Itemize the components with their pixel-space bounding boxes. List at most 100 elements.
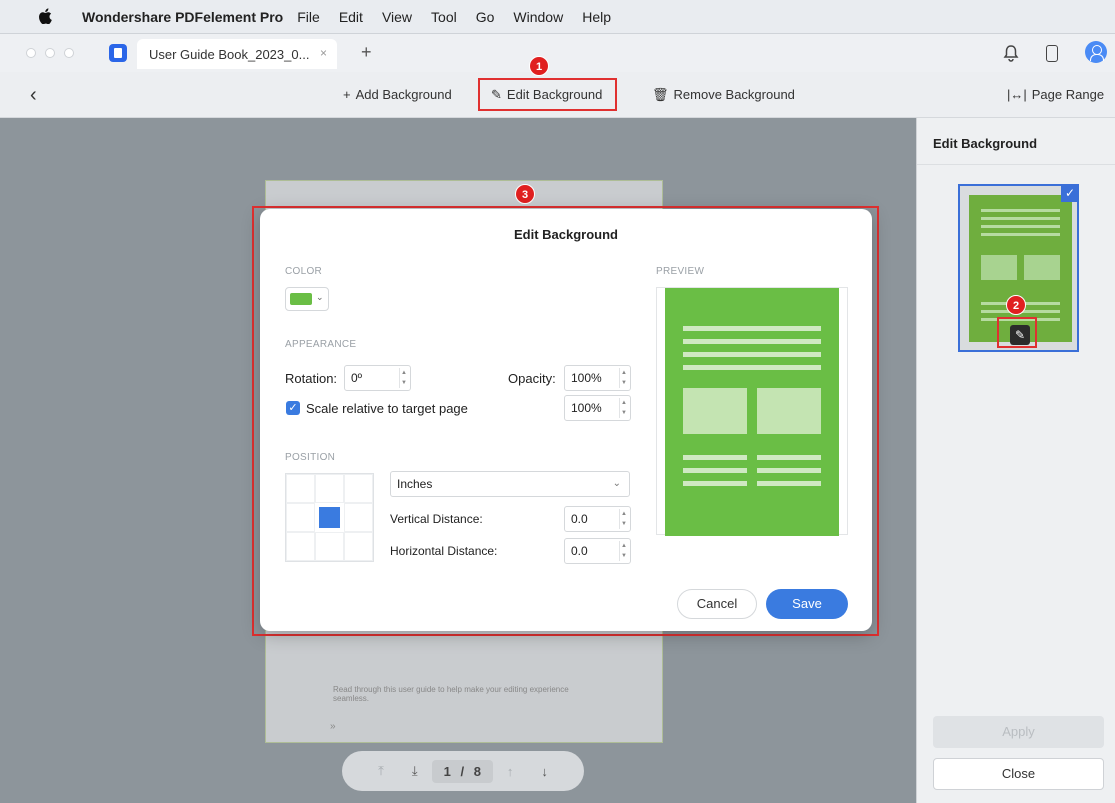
pdfelement-logo-icon — [109, 44, 127, 62]
position-cell[interactable] — [344, 532, 373, 561]
notification-bell-icon[interactable] — [1003, 44, 1019, 62]
position-grid[interactable] — [285, 473, 374, 562]
horizontal-distance-stepper[interactable]: 0.0 ▲ ▼ — [564, 538, 631, 564]
apply-button[interactable]: Apply — [933, 716, 1104, 748]
rotation-value: 0º — [351, 371, 363, 385]
chevron-down-icon: ⌄ — [316, 292, 324, 302]
background-preview — [656, 287, 848, 536]
menu-help[interactable]: Help — [582, 9, 611, 25]
horizontal-distance-value: 0.0 — [571, 544, 588, 558]
position-cell[interactable] — [344, 474, 373, 503]
account-avatar[interactable] — [1085, 41, 1107, 63]
scale-checkbox[interactable]: ✓ — [286, 401, 300, 415]
remove-background-label: Remove Background — [673, 87, 795, 102]
highlight-edit-icon — [997, 317, 1037, 348]
opacity-stepper[interactable]: 100% ▲ ▼ — [564, 365, 631, 391]
add-background-button[interactable]: + Add Background — [343, 87, 452, 102]
rotation-stepper[interactable]: 0º ▲ ▼ — [344, 365, 411, 391]
first-page-button[interactable]: ⤒ — [378, 763, 384, 779]
vertical-distance-label: Vertical Distance: — [390, 512, 483, 526]
dialog-title: Edit Background — [513, 227, 618, 242]
color-section-label: COLOR — [285, 266, 323, 277]
preview-page — [665, 288, 839, 536]
step-2-badge: 2 — [1006, 295, 1026, 315]
menu-edit[interactable]: Edit — [339, 9, 363, 25]
scale-value: 100% — [571, 401, 602, 415]
close-window-icon[interactable] — [26, 48, 36, 58]
step-1-badge: 1 — [529, 56, 549, 76]
remove-background-button[interactable]: 🗑 Remove Background — [652, 87, 795, 103]
step-3-badge: 3 — [515, 184, 535, 204]
position-cell[interactable] — [315, 474, 344, 503]
next-page-button[interactable]: ↓ — [541, 764, 548, 779]
panel-title: Edit Background — [933, 136, 1038, 151]
document-tab[interactable]: User Guide Book_2023_0... × — [137, 39, 337, 69]
vertical-distance-stepper[interactable]: 0.0 ▲ ▼ — [564, 506, 631, 532]
menu-view[interactable]: View — [382, 9, 412, 25]
position-cell[interactable] — [315, 532, 344, 561]
menu-tool[interactable]: Tool — [431, 9, 457, 25]
position-section-label: POSITION — [285, 452, 336, 463]
menu-window[interactable]: Window — [513, 9, 563, 25]
rotation-label: Rotation: — [285, 371, 338, 386]
scale-stepper[interactable]: 100% ▲ ▼ — [564, 395, 631, 421]
opacity-value: 100% — [571, 371, 602, 385]
total-pages: 8 — [473, 763, 481, 779]
page-chevron-icon: » — [330, 721, 336, 732]
page-range-button[interactable]: |↔| Page Range — [1007, 87, 1104, 102]
color-swatch — [290, 293, 312, 305]
page-range-icon: |↔| — [1007, 87, 1027, 102]
page-body-text: Read through this user guide to help mak… — [333, 685, 569, 703]
close-button[interactable]: Close — [933, 758, 1104, 790]
position-cell[interactable] — [286, 503, 315, 532]
highlight-edit-background — [478, 78, 617, 111]
app-name-menu[interactable]: Wondershare PDFelement Pro — [82, 9, 283, 25]
position-cell[interactable] — [286, 474, 315, 503]
tab-close-icon[interactable]: × — [320, 46, 327, 60]
tab-title: User Guide Book_2023_0... — [149, 46, 310, 62]
opacity-label: Opacity: — [508, 371, 556, 386]
minimize-window-icon[interactable] — [45, 48, 55, 58]
menu-bar: Wondershare PDFelement Pro File Edit Vie… — [0, 0, 1115, 34]
panel-divider — [917, 164, 1115, 165]
back-button[interactable]: ‹ — [30, 84, 37, 107]
device-icon[interactable] — [1046, 45, 1058, 62]
window-controls — [26, 48, 74, 58]
units-select[interactable]: Inches ⌄ — [390, 471, 630, 497]
background-toolbar: ‹ + Add Background ✎ Edit Background 1 🗑 Re… — [0, 56, 1115, 118]
chevron-down-icon: ⌄ — [612, 478, 621, 489]
scale-label: Scale relative to target page — [306, 401, 468, 416]
position-cell-selected[interactable] — [319, 507, 340, 528]
menu-go[interactable]: Go — [476, 9, 495, 25]
stepper-arrows-icon[interactable]: ▲ ▼ — [619, 368, 628, 388]
selected-check-icon: ✓ — [1061, 184, 1079, 202]
save-button[interactable]: Save — [766, 589, 848, 619]
stepper-arrows-icon[interactable]: ▲ ▼ — [619, 398, 628, 418]
menu-file[interactable]: File — [297, 9, 320, 25]
new-tab-button[interactable]: + — [361, 42, 372, 63]
plus-icon: + — [343, 87, 351, 102]
position-cell[interactable] — [344, 503, 373, 532]
edit-background-dialog: Edit Background COLOR ⌄ APPEARANCE Rotat… — [260, 209, 872, 631]
current-page: 1 — [443, 763, 451, 779]
color-picker[interactable]: ⌄ — [285, 287, 329, 311]
previous-page-button[interactable]: ↑ — [507, 764, 514, 779]
add-background-label: Add Background — [355, 87, 452, 102]
apple-icon[interactable] — [38, 8, 52, 24]
page-navigator: ⤒ ⤓ 1 / 8 ↑ ↓ — [342, 751, 584, 791]
page-number-field[interactable]: 1 / 8 — [431, 759, 493, 783]
cancel-button[interactable]: Cancel — [677, 589, 757, 619]
stepper-arrows-icon[interactable]: ▲ ▼ — [399, 368, 408, 388]
appearance-section-label: APPEARANCE — [285, 339, 357, 350]
zoom-window-icon[interactable] — [64, 48, 74, 58]
units-value: Inches — [397, 477, 433, 491]
stepper-arrows-icon[interactable]: ▲ ▼ — [619, 541, 628, 561]
position-cell[interactable] — [286, 532, 315, 561]
page-separator: / — [460, 763, 465, 779]
edit-background-panel: Edit Background ✓ ✎ 2 Apply Close — [916, 118, 1115, 803]
stepper-arrows-icon[interactable]: ▲ ▼ — [619, 509, 628, 529]
preview-section-label: PREVIEW — [656, 266, 705, 277]
last-page-button[interactable]: ⤓ — [412, 763, 418, 779]
page-range-label: Page Range — [1031, 87, 1105, 102]
title-bar: User Guide Book_2023_0... × + — [0, 34, 1115, 72]
